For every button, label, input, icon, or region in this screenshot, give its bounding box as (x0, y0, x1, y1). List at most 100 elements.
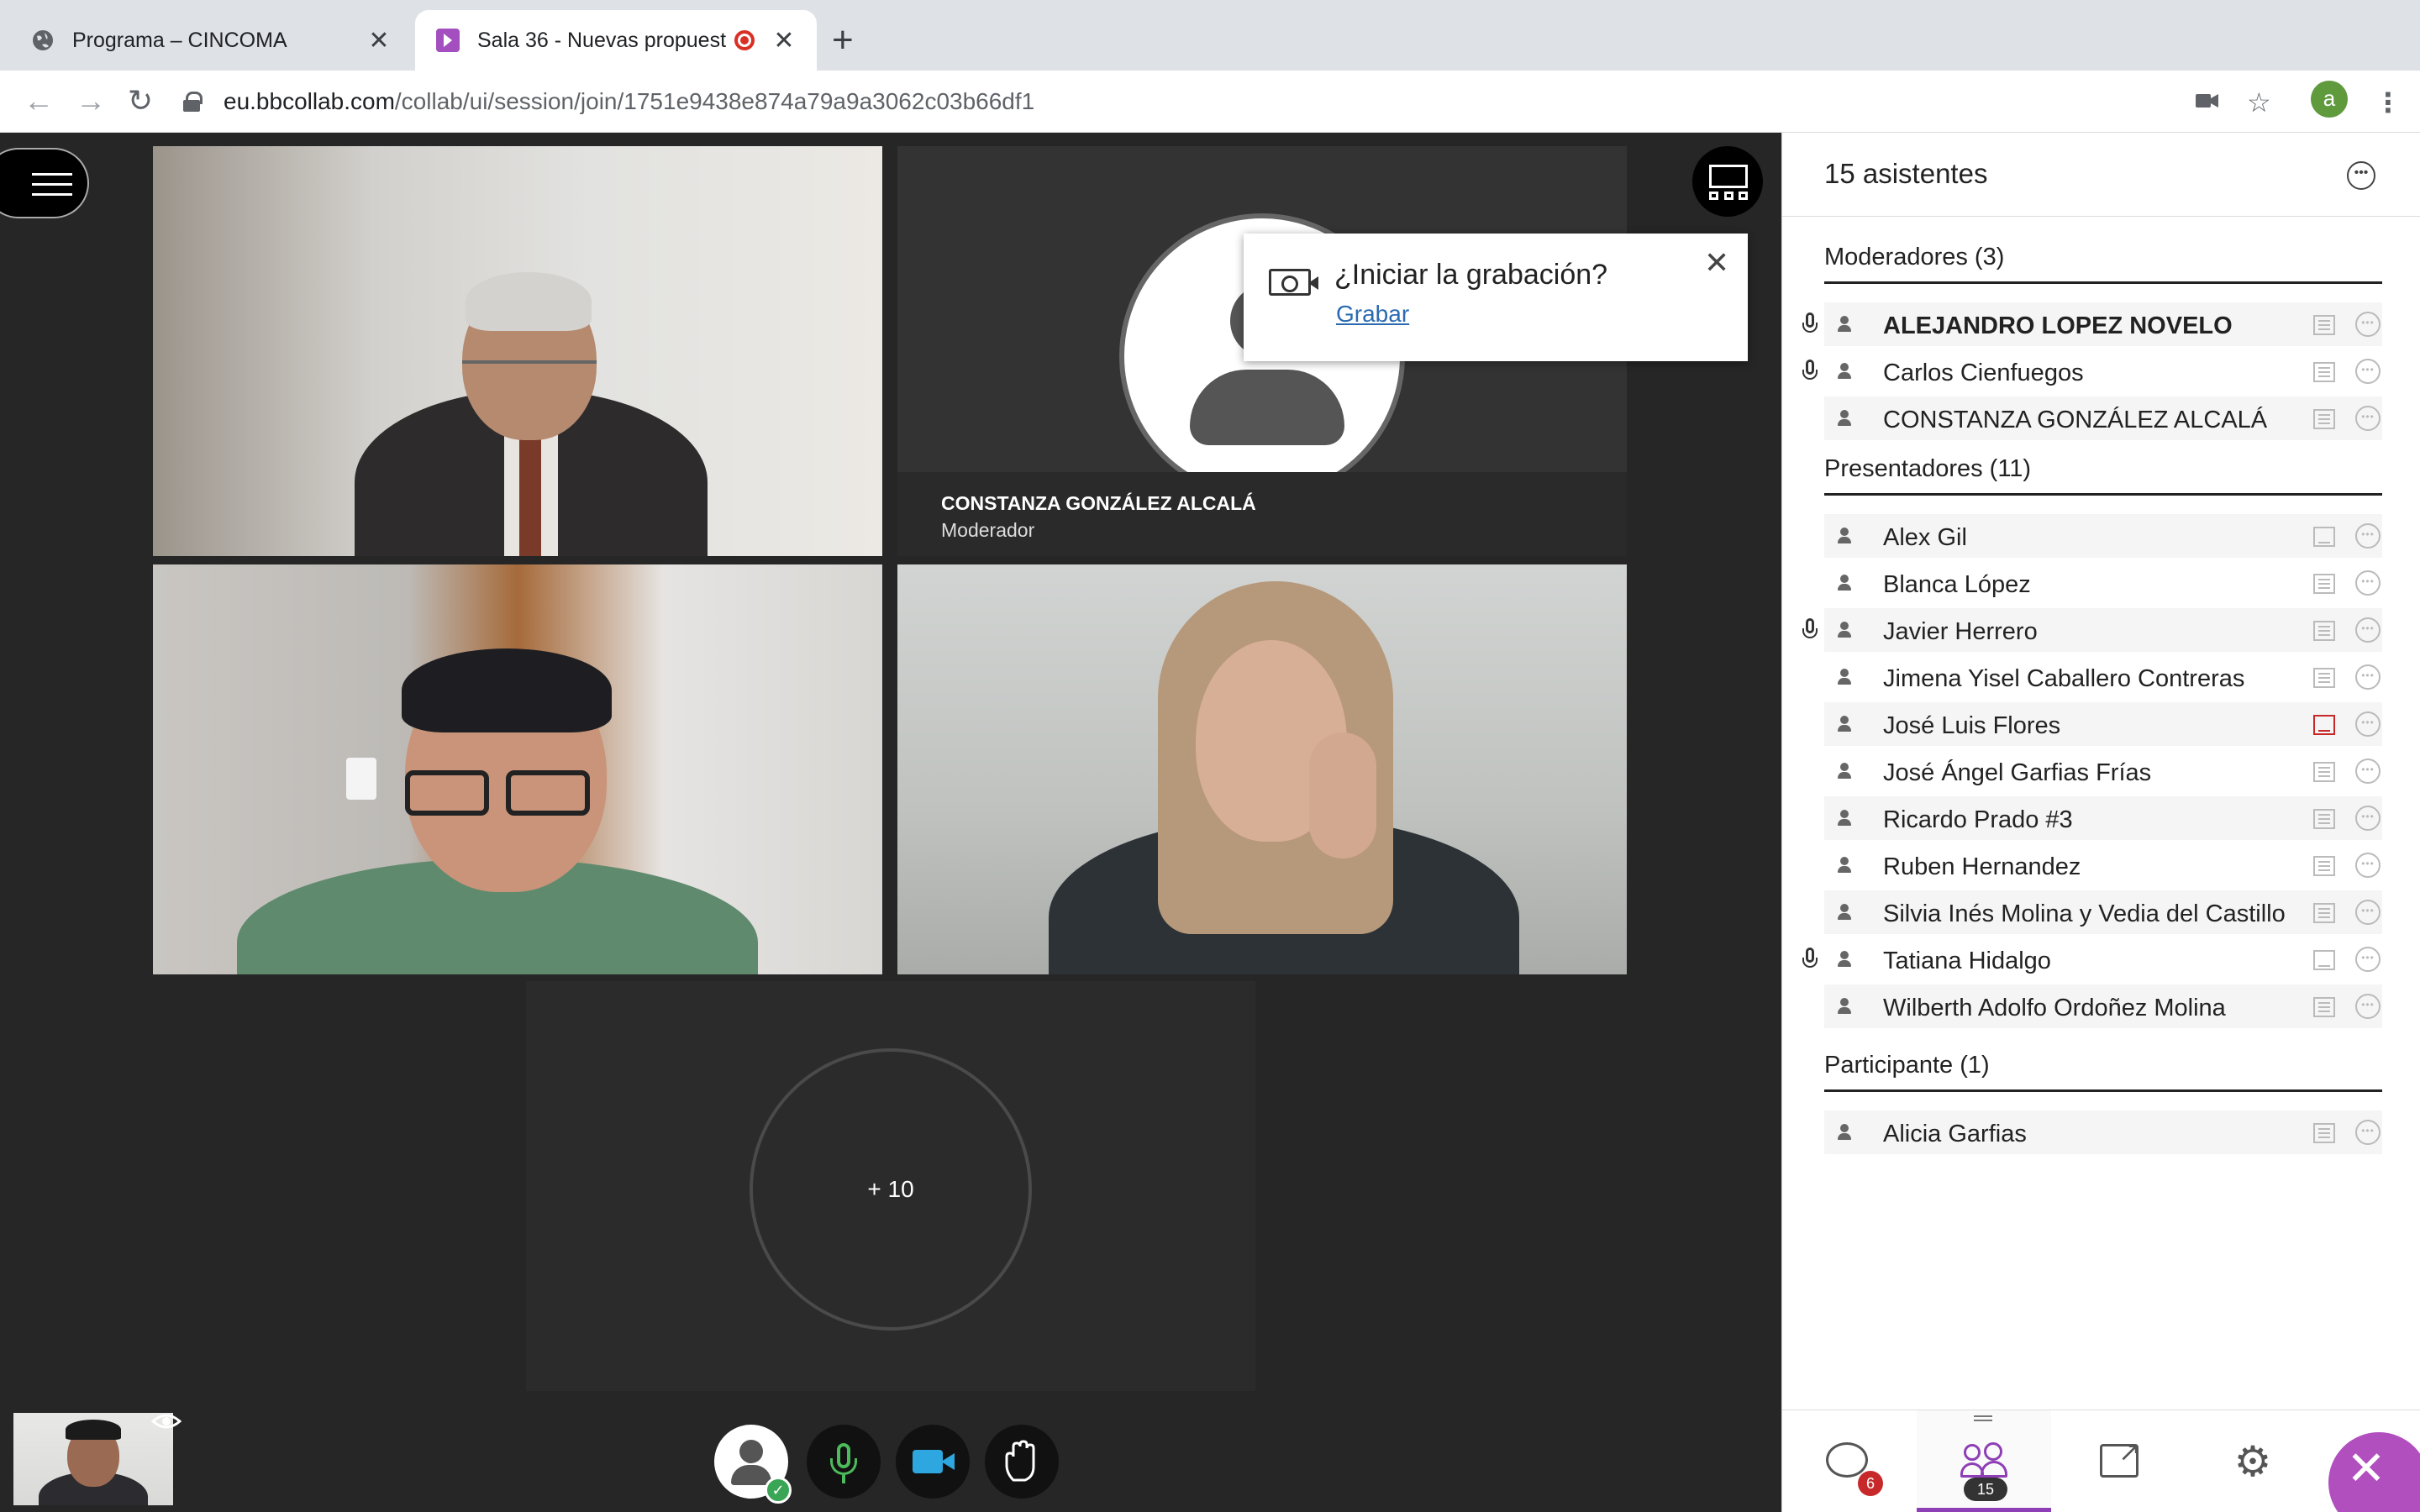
close-tab-icon[interactable]: ✕ (771, 26, 797, 55)
microphone-icon (1802, 312, 1818, 334)
browser-menu-icon[interactable]: ⋮ (2375, 89, 2402, 116)
new-tab-button[interactable]: + (832, 18, 854, 62)
camera-button[interactable] (896, 1425, 970, 1499)
share-content-button[interactable]: ↗ (2051, 1410, 2186, 1512)
attendee-row[interactable]: José Luis Flores ••• (1824, 702, 2382, 746)
attendee-row[interactable]: José Ángel Garfias Frías ••• (1824, 749, 2382, 793)
attendee-options-icon[interactable]: ••• (2355, 1120, 2381, 1145)
attendee-options-icon[interactable]: ••• (2355, 994, 2381, 1019)
menu-line (32, 183, 72, 186)
captions-icon[interactable] (2313, 315, 2335, 335)
captions-icon[interactable] (2313, 574, 2335, 594)
url-path: /collab/ui/session/join/1751e9438e874a79… (394, 88, 1035, 114)
captions-icon[interactable] (2313, 668, 2335, 688)
attendee-row[interactable]: Carlos Cienfuegos ••• (1802, 349, 2382, 393)
captions-icon[interactable] (2313, 950, 2335, 970)
attendee-options-icon[interactable]: ••• (2355, 406, 2381, 431)
camera-permission-icon[interactable] (2195, 89, 2220, 113)
tab-programa[interactable]: Programa – CINCOMA ✕ (10, 10, 412, 71)
start-recording-link[interactable]: Grabar (1336, 301, 1409, 328)
captions-icon[interactable] (2313, 715, 2335, 735)
tab-title: Sala 36 - Nuevas propuest (477, 28, 727, 52)
gear-icon: ⚙ (2233, 1438, 2272, 1485)
person-icon (1836, 622, 1853, 638)
url-field[interactable]: eu.bbcollab.com/collab/ui/session/join/1… (183, 82, 2183, 121)
attendee-options-icon[interactable]: ••• (2355, 900, 2381, 925)
hair (466, 272, 592, 331)
attendee-name: Tatiana Hidalgo (1883, 948, 2051, 974)
captions-icon[interactable] (2313, 809, 2335, 829)
attendee-row[interactable]: Blanca López ••• (1824, 561, 2382, 605)
attendee-row[interactable]: CONSTANZA GONZÁLEZ ALCALÁ ••• (1824, 396, 2382, 440)
participant-video-4[interactable] (897, 564, 1627, 974)
attendee-name: Alex Gil (1883, 524, 1967, 551)
record-camera-icon (1269, 269, 1318, 296)
attendee-options-icon[interactable]: ••• (2355, 359, 2381, 384)
attendee-row[interactable]: Ruben Hernandez ••• (1824, 843, 2382, 887)
attendee-options-icon[interactable]: ••• (2355, 523, 2381, 549)
more-participants-tile[interactable]: + 10 (526, 981, 1255, 1391)
camera-icon (913, 1450, 943, 1473)
attendee-row[interactable]: Jimena Yisel Caballero Contreras ••• (1824, 655, 2382, 699)
reload-icon[interactable]: ↻ (128, 81, 153, 121)
attendee-options-icon[interactable]: ••• (2355, 853, 2381, 878)
attendee-row[interactable]: Alicia Garfias ••• (1824, 1110, 2382, 1154)
more-participants-count[interactable]: + 10 (750, 1048, 1032, 1331)
captions-icon[interactable] (2313, 997, 2335, 1017)
attendee-options-icon[interactable]: ••• (2355, 711, 2381, 737)
attendee-options-icon[interactable]: ••• (2355, 312, 2381, 337)
attendee-name: Javier Herrero (1883, 618, 2038, 645)
address-bar: ← → ↻ eu.bbcollab.com/collab/ui/session/… (0, 71, 2420, 133)
bookmark-star-icon[interactable]: ☆ (2247, 89, 2271, 116)
session-menu-button[interactable] (0, 148, 89, 218)
recording-indicator-icon (734, 30, 755, 50)
captions-icon[interactable] (2313, 527, 2335, 547)
captions-icon[interactable] (2313, 856, 2335, 876)
close-panel-button[interactable]: ✕ (2328, 1432, 2420, 1512)
recording-question: ¿Iniciar la grabación? (1334, 259, 1608, 291)
captions-icon[interactable] (2313, 409, 2335, 429)
attendee-options-icon[interactable]: ••• (2355, 947, 2381, 972)
tab-sala-36[interactable]: Sala 36 - Nuevas propuest ✕ (415, 10, 817, 71)
avatar-icon (739, 1440, 763, 1463)
self-view-video[interactable] (13, 1413, 173, 1505)
attendee-row[interactable]: Javier Herrero ••• (1802, 608, 2382, 652)
attendee-options-icon[interactable]: ••• (2355, 759, 2381, 784)
microphone-button[interactable] (807, 1425, 881, 1499)
section-title: Moderadores (3) (1824, 244, 2382, 284)
change-layout-button[interactable] (1692, 146, 1763, 217)
settings-button[interactable]: ⚙ (2186, 1410, 2320, 1512)
captions-icon[interactable] (2313, 762, 2335, 782)
forward-icon[interactable]: → (76, 81, 106, 121)
attendee-row[interactable]: Alex Gil ••• (1824, 514, 2382, 558)
captions-icon[interactable] (2313, 362, 2335, 382)
attendee-options-icon[interactable]: ••• (2355, 570, 2381, 596)
attendee-row[interactable]: Wilberth Adolfo Ordoñez Molina ••• (1824, 984, 2382, 1028)
captions-icon[interactable] (2313, 1123, 2335, 1143)
chat-icon (1826, 1442, 1868, 1478)
eye-icon[interactable] (151, 1411, 182, 1431)
chat-button[interactable]: 6 (1782, 1410, 1917, 1512)
close-prompt-icon[interactable]: ✕ (1704, 245, 1729, 281)
panel-options-icon[interactable]: ••• (2347, 161, 2375, 190)
attendees-button[interactable]: 15 (1917, 1410, 2051, 1512)
back-icon[interactable]: ← (24, 81, 54, 121)
attendee-options-icon[interactable]: ••• (2355, 664, 2381, 690)
close-tab-icon[interactable]: ✕ (366, 26, 392, 55)
attendee-row[interactable]: ALEJANDRO LOPEZ NOVELO ••• (1802, 302, 2382, 346)
attendee-row[interactable]: Tatiana Hidalgo ••• (1802, 937, 2382, 981)
url-host: eu.bbcollab.com (224, 88, 395, 114)
attendee-row[interactable]: Ricardo Prado #3 ••• (1824, 796, 2382, 840)
glasses (506, 770, 590, 816)
attendee-row[interactable]: Silvia Inés Molina y Vedia del Castillo •… (1824, 890, 2382, 934)
participant-video-1[interactable] (153, 146, 882, 556)
captions-icon[interactable] (2313, 621, 2335, 641)
share-arrow-icon: ↗ (2118, 1436, 2141, 1467)
my-status-button[interactable]: ✓ (714, 1425, 792, 1504)
participant-video-3[interactable] (153, 564, 882, 974)
attendee-options-icon[interactable]: ••• (2355, 617, 2381, 643)
profile-avatar[interactable]: a (2311, 81, 2348, 118)
attendee-options-icon[interactable]: ••• (2355, 806, 2381, 831)
raise-hand-button[interactable] (985, 1425, 1059, 1499)
captions-icon[interactable] (2313, 903, 2335, 923)
